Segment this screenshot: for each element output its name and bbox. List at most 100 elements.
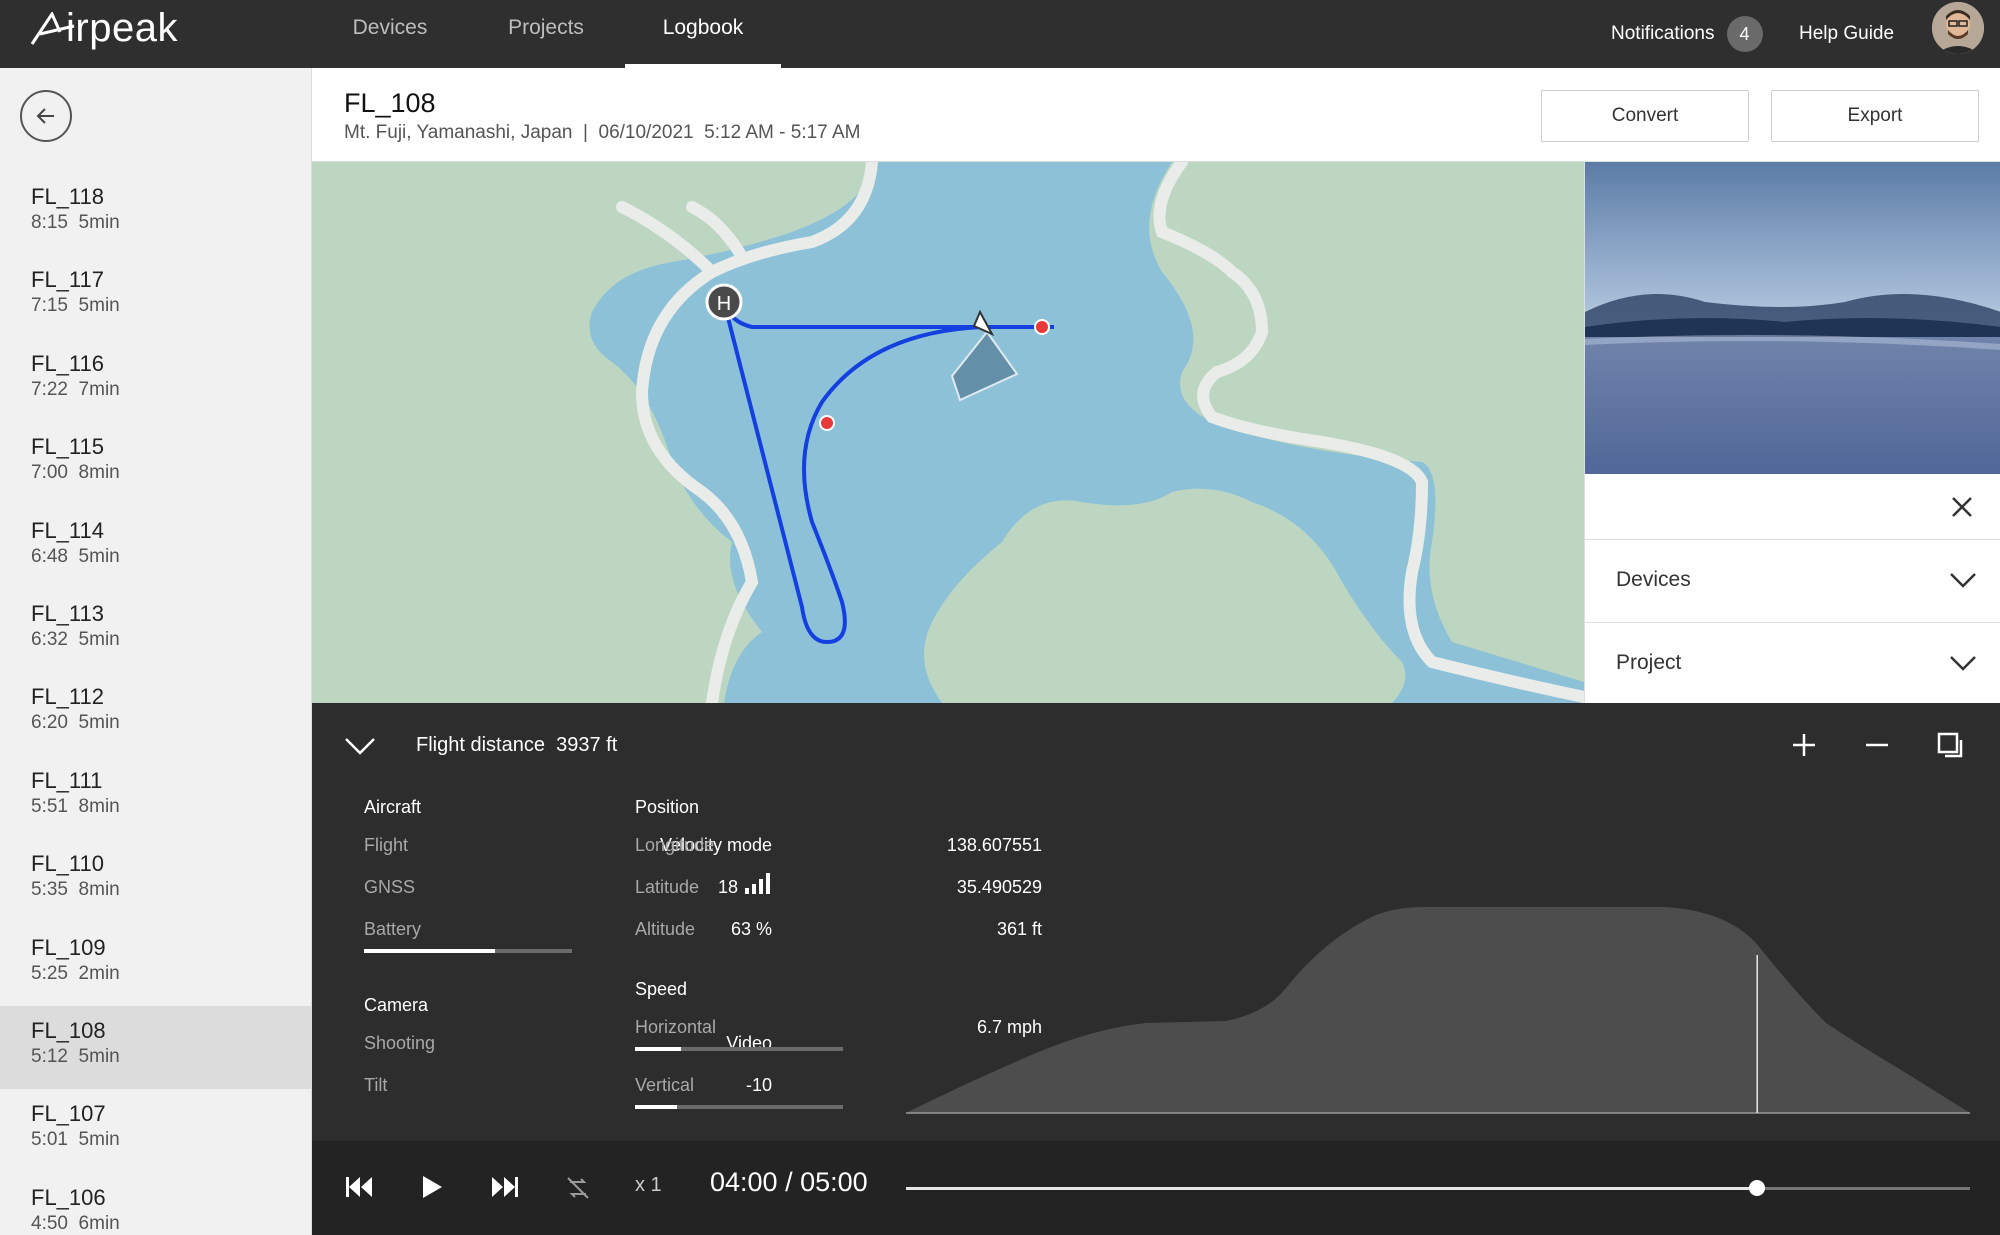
flight-map[interactable]: H bbox=[312, 162, 1584, 703]
shooting-label: Shooting bbox=[364, 1033, 436, 1053]
flight-list-item-name: FL_108 bbox=[31, 1017, 106, 1043]
skip-forward-icon[interactable] bbox=[490, 1174, 520, 1200]
flight-list-item-time: 7:22 bbox=[31, 378, 68, 400]
flight-list-item-time: 7:15 bbox=[31, 295, 68, 317]
top-navigation-bar: irpeak Devices Projects Logbook Notifica… bbox=[0, 0, 2000, 68]
flight-list-item-duration: 2min bbox=[78, 962, 120, 984]
flight-list-item-meta: 7:15 5min bbox=[31, 293, 312, 319]
flight-list-item-duration: 5min bbox=[78, 545, 120, 567]
chevron-down-icon bbox=[1950, 656, 1976, 671]
flight-list-item-meta: 4:50 6min bbox=[31, 1211, 312, 1235]
position-section-title: Position bbox=[635, 797, 700, 817]
panel-close-row bbox=[1585, 474, 2000, 540]
back-button[interactable] bbox=[20, 90, 72, 142]
battery-label: Battery bbox=[364, 919, 422, 939]
notifications-label: Notifications bbox=[1611, 23, 1715, 44]
flight-list-item-time: 5:35 bbox=[31, 879, 68, 901]
flight-list-item-name: FL_116 bbox=[31, 350, 104, 376]
accordion-devices-label: Devices bbox=[1616, 568, 1691, 591]
help-guide-link[interactable]: Help Guide bbox=[1799, 0, 1894, 68]
altitude-profile-chart[interactable] bbox=[906, 893, 1970, 1115]
user-avatar-icon bbox=[1932, 2, 1984, 54]
play-icon[interactable] bbox=[420, 1174, 444, 1200]
chevron-down-icon bbox=[1950, 573, 1976, 588]
convert-button[interactable]: Convert bbox=[1541, 90, 1749, 142]
flight-list-item-duration: 8min bbox=[78, 462, 120, 484]
zoom-out-icon[interactable] bbox=[1863, 731, 1891, 759]
horizontal-speed-bar bbox=[635, 1047, 843, 1051]
map-canvas: H bbox=[589, 162, 1584, 703]
flight-list-item-name: FL_113 bbox=[31, 600, 104, 626]
flight-list-item-meta: 5:25 2min bbox=[31, 961, 312, 987]
notifications-button[interactable]: Notifications 4 bbox=[1611, 0, 1763, 68]
aircraft-section-title: Aircraft bbox=[364, 797, 422, 817]
flight-list-item[interactable]: FL_117 7:15 5min bbox=[0, 255, 312, 338]
nav-tab-devices[interactable]: Devices bbox=[328, 0, 452, 68]
skip-back-icon[interactable] bbox=[344, 1174, 374, 1200]
accordion-project[interactable]: Project bbox=[1585, 623, 2000, 703]
close-icon[interactable] bbox=[1949, 494, 1975, 520]
flight-list-item[interactable]: FL_113 6:32 5min bbox=[0, 589, 312, 672]
flight-list-item[interactable]: FL_115 7:00 8min bbox=[0, 422, 312, 505]
flight-photo-thumbnail[interactable] bbox=[1585, 162, 2000, 474]
flight-list-item-name: FL_114 bbox=[31, 517, 104, 543]
flight-mode-label: Flight bbox=[364, 835, 409, 855]
media-info-panel: Devices Project bbox=[1584, 162, 2000, 703]
airpeak-logo[interactable]: irpeak bbox=[30, 6, 178, 51]
flight-list-item-duration: 5min bbox=[78, 1129, 120, 1151]
arrow-left-icon bbox=[36, 108, 54, 124]
playback-scrubber[interactable] bbox=[906, 1180, 1970, 1196]
loop-off-icon[interactable] bbox=[564, 1174, 592, 1202]
flight-list-item-meta: 6:32 5min bbox=[31, 627, 312, 653]
flight-list-item-name: FL_118 bbox=[31, 184, 104, 209]
nav-tab-logbook[interactable]: Logbook bbox=[625, 0, 781, 68]
flight-list-item-name: FL_112 bbox=[31, 684, 104, 710]
flight-list-item-time: 4:50 bbox=[31, 1212, 68, 1234]
nav-tab-projects[interactable]: Projects bbox=[484, 0, 608, 68]
vertical-speed-fill bbox=[635, 1105, 677, 1109]
playback-controls: x 1 04:00 / 05:00 bbox=[312, 1141, 2000, 1235]
playback-speed[interactable]: x 1 bbox=[635, 1174, 662, 1197]
notifications-count-badge: 4 bbox=[1726, 16, 1763, 52]
accordion-devices[interactable]: Devices bbox=[1585, 540, 2000, 623]
flight-list-item-time: 8:15 bbox=[31, 212, 68, 233]
flight-list-item[interactable]: FL_107 5:01 5min bbox=[0, 1089, 312, 1172]
flight-list-item-duration: 5min bbox=[78, 212, 120, 233]
battery-level-bar bbox=[364, 949, 572, 953]
tilt-label: Tilt bbox=[364, 1075, 388, 1095]
waypoint-marker bbox=[819, 415, 835, 431]
flight-list-item-time: 6:48 bbox=[31, 545, 68, 567]
flight-list-sidebar: FL_118 8:15 5min FL_117 7:15 5min FL_116 7:22… bbox=[0, 68, 312, 1235]
chevron-down-icon[interactable] bbox=[344, 735, 376, 757]
flight-list: FL_118 8:15 5min FL_117 7:15 5min FL_116 7:22… bbox=[0, 172, 312, 1235]
flight-list-item-time: 6:32 bbox=[31, 628, 68, 650]
flight-detail-header: FL_108 Mt. Fuji, Yamanashi, Japan | 06/1… bbox=[312, 68, 2000, 162]
flight-list-item[interactable]: FL_114 6:48 5min bbox=[0, 506, 312, 589]
flight-list-item-duration: 5min bbox=[78, 295, 120, 317]
user-avatar[interactable] bbox=[1932, 2, 1984, 54]
export-button[interactable]: Export bbox=[1771, 90, 1979, 142]
flight-list-item[interactable]: FL_118 8:15 5min bbox=[0, 172, 312, 255]
telemetry-panel: Flight distance 3937 ft Aircraft Flight … bbox=[312, 703, 2000, 1141]
flight-list-item[interactable]: FL_112 6:20 5min bbox=[0, 672, 312, 755]
speed-section-title: Speed bbox=[635, 979, 688, 999]
altitude-profile-area bbox=[906, 907, 1970, 1113]
flight-list-item[interactable]: FL_108 5:12 5min bbox=[0, 1005, 312, 1090]
camera-section-title: Camera bbox=[364, 995, 429, 1015]
flight-list-item-meta: 6:20 5min bbox=[31, 710, 312, 736]
flight-list-item[interactable]: FL_106 4:50 6min bbox=[0, 1173, 312, 1235]
flight-list-item[interactable]: FL_109 5:25 2min bbox=[0, 923, 312, 1006]
flight-list-item-name: FL_115 bbox=[31, 434, 104, 460]
airpeak-logo-mark bbox=[30, 12, 75, 45]
accordion-project-label: Project bbox=[1616, 651, 1682, 674]
playback-time: 04:00 / 05:00 bbox=[710, 1167, 868, 1197]
flight-list-item[interactable]: FL_110 5:35 8min bbox=[0, 839, 312, 922]
flight-list-item[interactable]: FL_111 5:51 8min bbox=[0, 756, 312, 839]
zoom-in-icon[interactable] bbox=[1790, 731, 1818, 759]
waypoint-marker bbox=[1034, 319, 1050, 335]
flight-location-date: Mt. Fuji, Yamanashi, Japan | 06/10/2021 … bbox=[344, 122, 861, 143]
signal-strength-icon bbox=[745, 873, 770, 894]
fullscreen-icon[interactable] bbox=[1936, 731, 1964, 759]
playback-scrubber-handle[interactable] bbox=[1749, 1180, 1766, 1196]
flight-list-item[interactable]: FL_116 7:22 7min bbox=[0, 339, 312, 422]
